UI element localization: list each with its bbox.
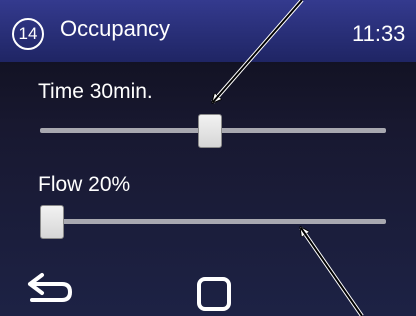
flow-slider-label: Flow 20% — [38, 173, 131, 196]
page-title: Occupancy — [60, 16, 171, 41]
clock: 11:33 — [352, 21, 406, 46]
square-icon[interactable] — [196, 276, 232, 312]
time-slider-label: Time 30min. — [38, 80, 153, 103]
device-screen: 14 Occupancy 11:33 Time 30min. Flow 20% — [0, 0, 416, 316]
flow-slider-thumb[interactable] — [40, 205, 64, 239]
screen-number-badge: 14 — [12, 18, 44, 50]
time-slider-thumb[interactable] — [198, 114, 222, 148]
title-bar: 14 Occupancy 11:33 — [0, 0, 416, 62]
back-arrow-icon[interactable] — [26, 272, 74, 308]
flow-slider-track[interactable] — [40, 219, 386, 224]
